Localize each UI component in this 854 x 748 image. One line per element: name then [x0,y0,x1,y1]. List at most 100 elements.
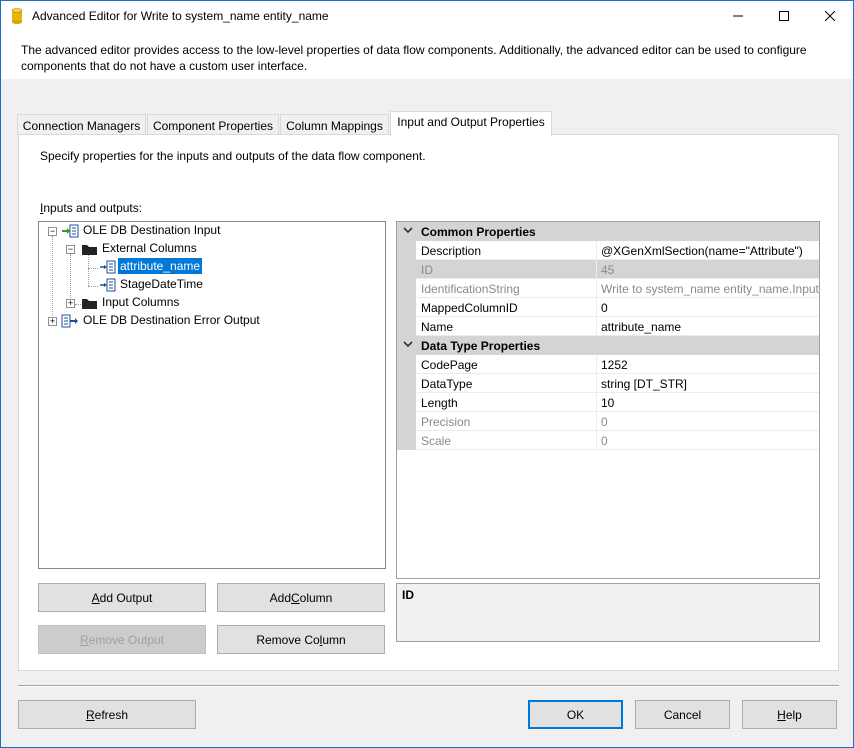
property-value[interactable]: 0 [597,431,819,450]
label-part: dd Output [99,590,153,605]
ok-button[interactable]: OK [528,700,623,729]
column-icon [99,259,117,275]
property-value[interactable]: Write to system_name entity_name.Inputs [597,279,819,298]
property-value[interactable]: 10 [597,393,819,412]
chevron-down-icon[interactable] [403,226,413,234]
grid-gutter [397,393,416,412]
property-row-codepage[interactable]: CodePage 1252 [397,355,819,374]
property-help-box: ID [396,583,820,642]
footer-divider [18,685,839,687]
tree-node-label: OLE DB Destination Input [83,223,221,237]
tab-label: Component Properties [152,119,274,133]
cylinder-database-icon [11,8,23,24]
tree-node-error-output[interactable]: + OLE DB Destination Error Output [39,312,379,330]
tab-label: Connection Managers [22,119,141,133]
label-part: OK [566,707,585,722]
property-name: Description [416,241,597,260]
collapse-icon[interactable]: − [66,245,75,254]
property-value[interactable]: @XGenXmlSection(name="Attribute") [597,241,819,260]
chevron-down-icon[interactable] [403,340,413,348]
advanced-editor-dialog: Advanced Editor for Write to system_name… [0,0,854,748]
maximize-button[interactable] [761,1,807,31]
property-row-scale[interactable]: Scale 0 [397,431,819,450]
help-button[interactable]: Help [742,700,837,729]
mnemonic: C [291,590,300,605]
property-name: Name [416,317,597,336]
inputs-outputs-tree[interactable]: − OLE DB Destination Input − External Co… [38,221,386,569]
grid-gutter [397,355,416,374]
refresh-button[interactable]: Refresh [18,700,196,729]
grid-gutter [397,298,416,317]
tree-node-label: External Columns [102,241,197,255]
tree-node-external-columns[interactable]: − External Columns [39,240,379,258]
grid-gutter [397,412,416,431]
tab-label: Input and Output Properties [397,115,545,129]
property-row-id[interactable]: ID 45 [397,260,819,279]
label-part: efresh [94,707,129,722]
property-row-description[interactable]: Description @XGenXmlSection(name="Attrib… [397,241,819,260]
property-row-datatype[interactable]: DataType string [DT_STR] [397,374,819,393]
tree-node-label: OLE DB Destination Error Output [83,313,260,327]
property-value[interactable]: 45 [597,260,819,279]
label-part: umn [322,632,346,647]
mnemonic: R [85,707,95,722]
property-row-identificationstring[interactable]: IdentificationString Write to system_nam… [397,279,819,298]
label-part: olumn [299,590,333,605]
label-text: nputs and outputs: [43,201,143,215]
property-value[interactable]: 1252 [597,355,819,374]
tab-component-properties[interactable]: Component Properties [147,114,279,135]
property-value[interactable]: 0 [597,298,819,317]
remove-column-button[interactable]: Remove Co l umn [217,625,385,654]
label-part: Remove Co [256,632,320,647]
input-icon [61,223,79,239]
output-icon [61,313,79,329]
close-icon [825,11,835,21]
expand-icon[interactable]: + [48,317,57,326]
property-value[interactable]: attribute_name [597,317,819,336]
property-row-precision[interactable]: Precision 0 [397,412,819,431]
cancel-button[interactable]: Cancel [635,700,730,729]
description-band: The advanced editor provides access to t… [1,31,853,79]
tab-input-output-properties[interactable]: Input and Output Properties [390,111,552,136]
remove-output-button[interactable]: Remove Output [38,625,206,654]
tab-column-mappings[interactable]: Column Mappings [280,114,389,135]
panel-description: Specify properties for the inputs and ou… [40,149,426,163]
property-grid[interactable]: Common Properties Description @XGenXmlSe… [396,221,820,579]
collapse-icon[interactable]: − [48,227,57,236]
tree-node-input[interactable]: − OLE DB Destination Input [39,222,379,240]
tree-node-stagedatetime[interactable]: StageDateTime [39,276,379,294]
tab-connection-managers[interactable]: Connection Managers [17,114,146,135]
expand-icon[interactable]: + [66,299,75,308]
title-bar[interactable]: Advanced Editor for Write to system_name… [1,1,853,31]
grid-gutter [397,260,416,279]
inputs-outputs-label: Inputs and outputs: [40,201,142,215]
label-part: Add [269,590,291,605]
category-data-type-properties[interactable]: Data Type Properties [397,336,819,355]
add-output-button[interactable]: Add Output [38,583,206,612]
tree-node-label: StageDateTime [120,277,203,291]
add-column-button[interactable]: Add Column [217,583,385,612]
grid-gutter [397,241,416,260]
property-row-mappedcolumnid[interactable]: MappedColumnID 0 [397,298,819,317]
property-name: ID [416,260,597,279]
mnemonic: A [91,590,100,605]
window-title: Advanced Editor for Write to system_name… [32,9,329,23]
tree-node-input-columns[interactable]: + Input Columns [39,294,379,312]
property-row-name[interactable]: Name attribute_name [397,317,819,336]
property-value[interactable]: 0 [597,412,819,431]
maximize-icon [779,11,789,21]
mnemonic: R [79,632,89,647]
property-name: MappedColumnID [416,298,597,317]
label-part: elp [785,707,802,722]
category-common-properties[interactable]: Common Properties [397,222,819,241]
grid-gutter [397,317,416,336]
property-name: Precision [416,412,597,431]
close-button[interactable] [807,1,853,31]
tree-node-attribute-name[interactable]: attribute_name [39,258,379,276]
property-name: IdentificationString [416,279,597,298]
minimize-button[interactable] [715,1,761,31]
property-value[interactable]: string [DT_STR] [597,374,819,393]
editor-description: The advanced editor provides access to t… [21,43,807,73]
grid-gutter [397,279,416,298]
property-row-length[interactable]: Length 10 [397,393,819,412]
